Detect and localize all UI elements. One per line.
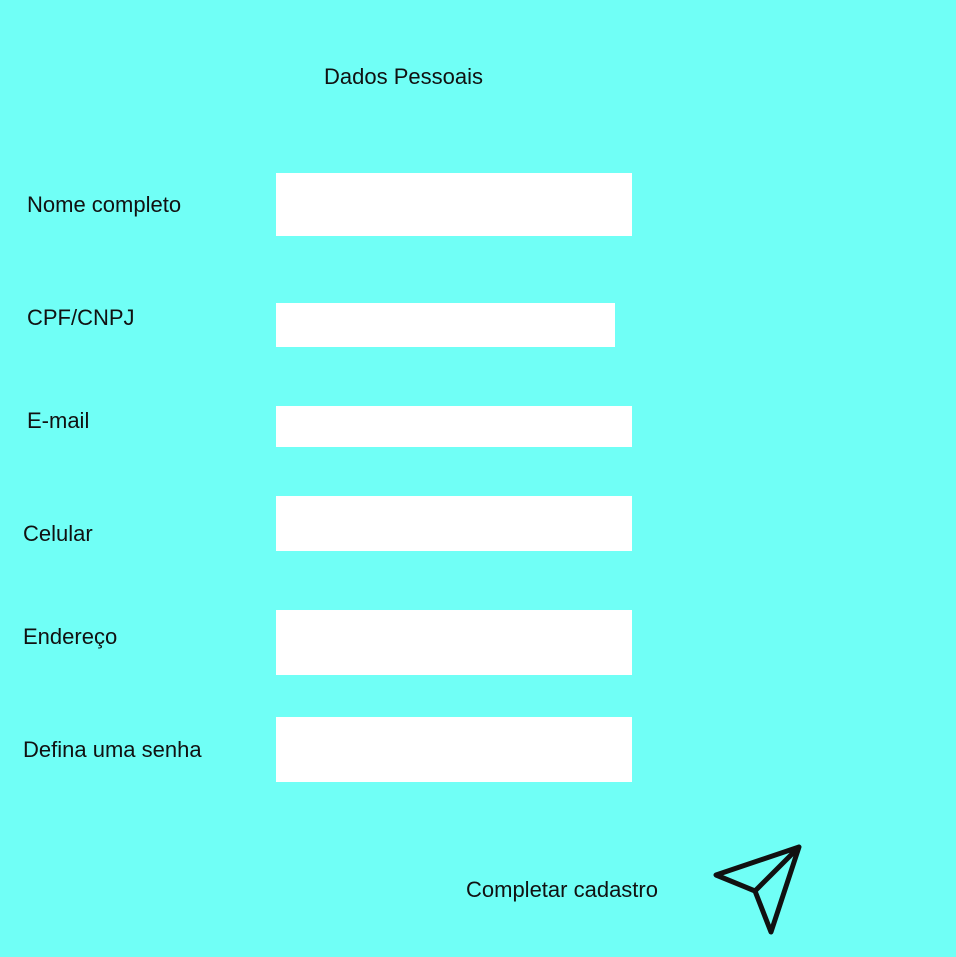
cpf-cnpj-label: CPF/CNPJ	[27, 305, 135, 330]
send-icon	[713, 844, 802, 935]
complete-registration-button[interactable]: Completar cadastro	[466, 842, 806, 938]
phone-field[interactable]	[276, 496, 632, 551]
address-label: Endereço	[23, 624, 118, 649]
full-name-label: Nome completo	[27, 192, 182, 217]
password-field[interactable]	[276, 717, 632, 782]
address-field[interactable]	[276, 610, 632, 675]
phone-label: Celular	[23, 521, 93, 546]
cpf-cnpj-field[interactable]	[276, 303, 615, 347]
full-name-field[interactable]	[276, 173, 632, 236]
complete-registration-label: Completar cadastro	[466, 877, 658, 902]
password-label: Defina uma senha	[23, 737, 202, 762]
email-label: E-mail	[27, 408, 90, 433]
email-field[interactable]	[276, 406, 632, 447]
page-title: Dados Pessoais	[324, 64, 483, 89]
